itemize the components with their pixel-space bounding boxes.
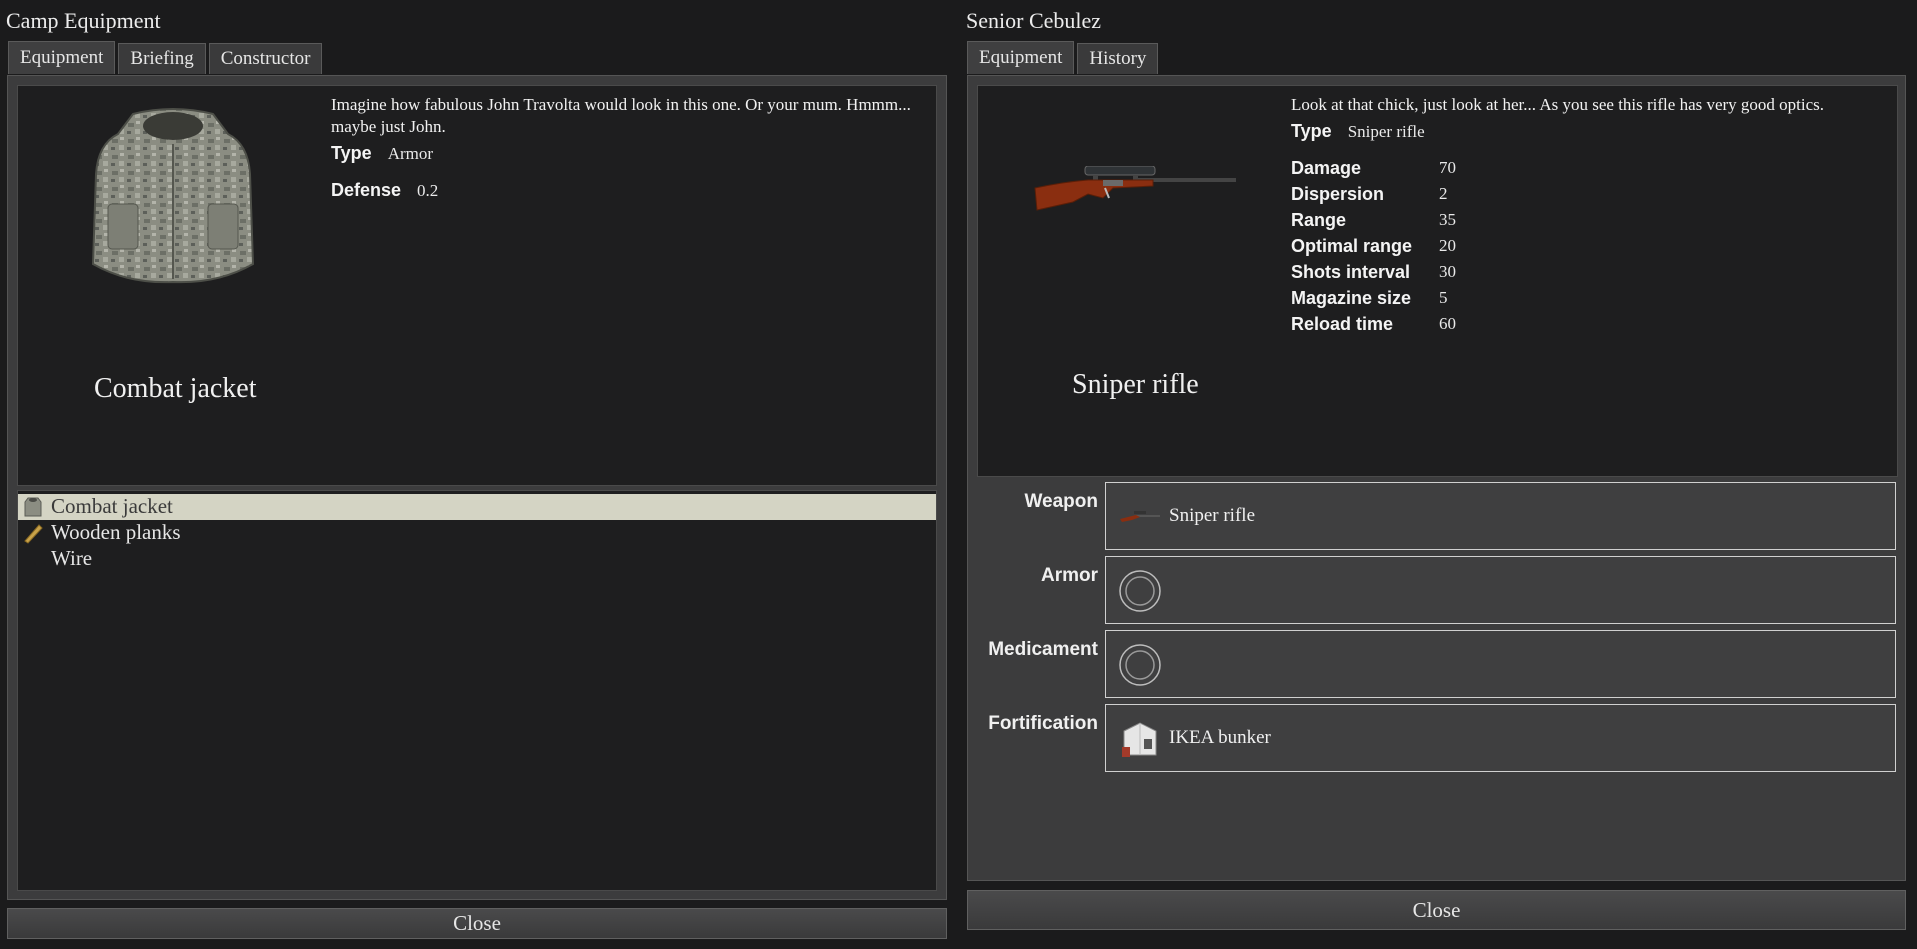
medicament-slot[interactable]	[1105, 630, 1896, 698]
type-label: Type	[331, 143, 372, 163]
armor-slot[interactable]	[1105, 556, 1896, 624]
stat-label: Reload time	[1291, 313, 1394, 334]
stat-row: Range 35	[1291, 207, 1456, 233]
slot-value: Sniper rifle	[1169, 505, 1256, 526]
stat-value: 35	[1439, 210, 1456, 229]
left-close-button[interactable]: Close	[7, 908, 947, 939]
fortification-slot[interactable]: IKEA bunker	[1105, 704, 1896, 772]
type-label: Type	[1291, 121, 1332, 141]
list-item[interactable]: Combat jacket	[18, 494, 936, 520]
tab-equipment[interactable]: Equipment	[967, 41, 1075, 74]
stat-row: Damage 70	[1291, 155, 1456, 181]
weapon-slot[interactable]: Sniper rifle	[1105, 482, 1896, 550]
stat-row: Reload time 60	[1291, 311, 1456, 337]
type-value: Armor	[387, 144, 434, 163]
slot-label-armor: Armor	[1040, 565, 1098, 586]
right-close-button[interactable]: Close	[967, 890, 1906, 930]
item-description: Imagine how fabulous John Travolta would…	[331, 95, 911, 136]
list-item-label: Combat jacket	[51, 494, 173, 518]
item-detail: Combat jacket Imagine how fabulous John …	[17, 85, 937, 486]
tab-history[interactable]: History	[1077, 43, 1159, 74]
slot-label-fortification: Fortification	[988, 713, 1098, 734]
stat-label: Damage	[1291, 157, 1362, 178]
item-name: Combat jacket	[94, 373, 257, 404]
item-defense-row: Defense 0.2	[331, 180, 438, 201]
tab-briefing[interactable]: Briefing	[118, 43, 206, 74]
list-item-label: Wooden planks	[51, 520, 181, 544]
item-list: Combat jacket Wooden planks Wire	[17, 490, 937, 891]
right-tabs: Equipment History	[967, 41, 1159, 74]
stat-value: 70	[1439, 158, 1456, 177]
stat-label: Shots interval	[1291, 261, 1411, 282]
stat-label: Dispersion	[1291, 183, 1385, 204]
sniper-rifle-image	[1034, 166, 1236, 211]
type-value: Sniper rifle	[1347, 122, 1425, 141]
stat-label: Optimal range	[1291, 235, 1413, 256]
right-window-title: Senior Cebulez	[966, 8, 1102, 33]
empty-slot-icon	[1119, 644, 1161, 686]
list-item[interactable]: Wire	[18, 546, 936, 572]
stat-row: Shots interval 30	[1291, 259, 1456, 285]
stat-row: Optimal range 20	[1291, 233, 1456, 259]
defense-value: 0.2	[417, 181, 439, 200]
rifle-icon	[1120, 511, 1160, 522]
stat-value: 20	[1439, 236, 1456, 255]
slot-label-weapon: Weapon	[1024, 491, 1098, 512]
stat-value: 2	[1439, 184, 1448, 203]
stat-value: 60	[1439, 314, 1456, 333]
item-detail: Sniper rifle Look at that chick, just lo…	[977, 85, 1898, 477]
tab-equipment[interactable]: Equipment	[8, 41, 116, 74]
tab-constructor[interactable]: Constructor	[208, 43, 323, 74]
left-tabs: Equipment Briefing Constructor	[8, 41, 323, 74]
stat-label: Range	[1291, 209, 1347, 230]
stat-row: Magazine size 5	[1291, 285, 1456, 311]
stat-label: Magazine size	[1291, 287, 1412, 308]
slot-label-medicament: Medicament	[988, 639, 1098, 660]
slot-value: IKEA bunker	[1169, 727, 1271, 748]
item-type-row: Type Armor	[331, 143, 433, 164]
stat-value: 5	[1439, 288, 1448, 307]
item-name: Sniper rifle	[1072, 369, 1199, 400]
vest-icon	[24, 497, 42, 517]
item-description: Look at that chick, just look at her... …	[1291, 95, 1825, 114]
list-item[interactable]: Wooden planks	[18, 520, 936, 546]
list-item-label: Wire	[51, 546, 93, 570]
empty-slot-icon	[1119, 570, 1161, 612]
plank-icon	[24, 524, 43, 544]
item-type-row: Type Sniper rifle	[1291, 121, 1425, 142]
stat-row: Dispersion 2	[1291, 181, 1456, 207]
bunker-icon	[1122, 722, 1157, 757]
left-window-title: Camp Equipment	[6, 8, 161, 33]
stat-value: 30	[1439, 262, 1456, 281]
weapon-stats: Damage 70 Dispersion 2 Range 35 Optimal ran…	[1291, 155, 1456, 337]
combat-jacket-image	[91, 108, 255, 284]
left-equipment-panel: Combat jacket Imagine how fabulous John …	[7, 75, 947, 900]
defense-label: Defense	[331, 180, 402, 200]
